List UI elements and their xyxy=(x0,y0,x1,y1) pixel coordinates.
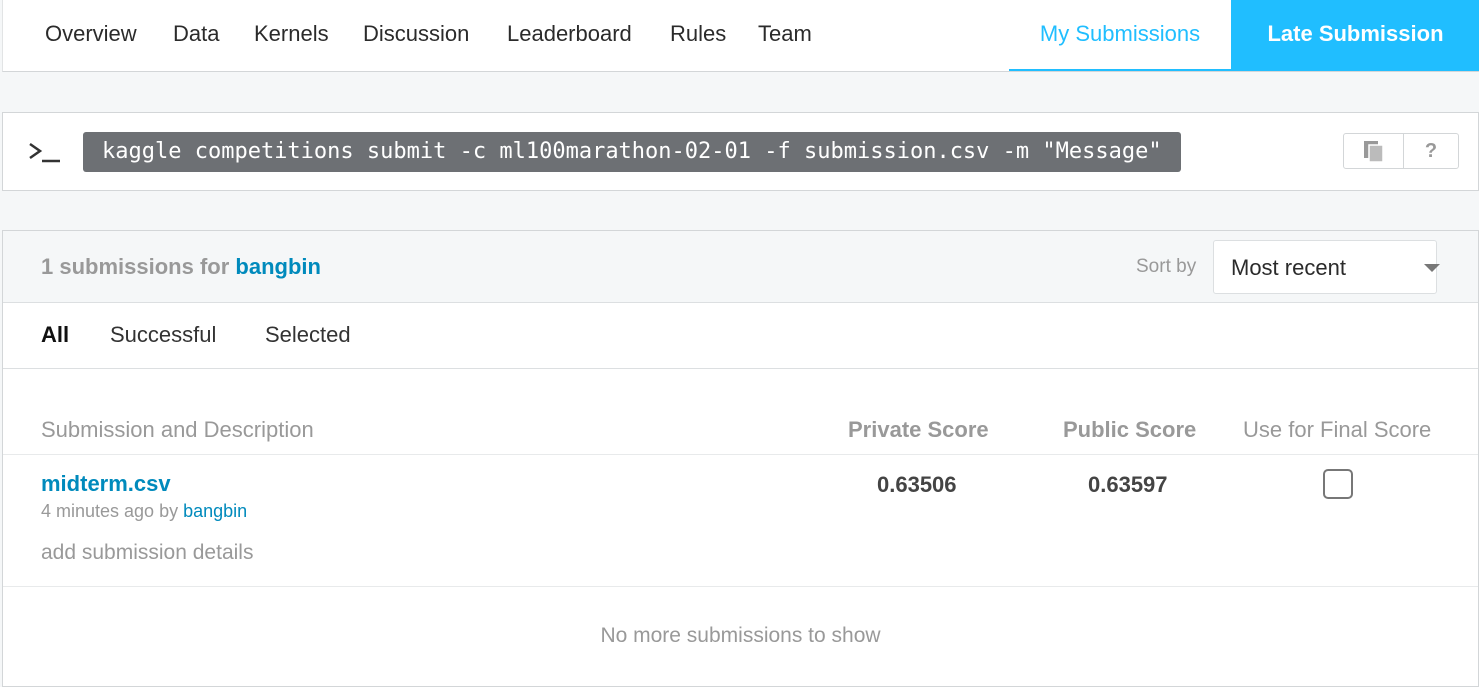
filter-selected[interactable]: Selected xyxy=(265,322,351,348)
tab-leaderboard[interactable]: Leaderboard xyxy=(507,21,632,47)
submission-file-link[interactable]: midterm.csv xyxy=(41,471,171,497)
copy-icon xyxy=(1364,141,1384,163)
submission-count-text: 1 submissions for xyxy=(41,254,230,279)
filter-successful[interactable]: Successful xyxy=(110,322,216,348)
sort-select-value: Most recent xyxy=(1231,255,1346,280)
column-header-description: Submission and Description xyxy=(41,417,314,442)
submissions-panel: 1 submissions for bangbin Sort by Most r… xyxy=(2,230,1479,687)
column-header-private-score: Private Score xyxy=(848,417,989,442)
tab-data[interactable]: Data xyxy=(173,21,219,47)
terminal-icon xyxy=(29,142,60,163)
private-score: 0.63506 xyxy=(877,472,957,497)
submission-meta: 4 minutes ago by bangbin xyxy=(41,501,247,522)
divider xyxy=(3,586,1478,587)
column-header-public-score: Public Score xyxy=(1063,417,1197,442)
use-for-final-score-checkbox[interactable] xyxy=(1323,469,1353,499)
submissions-header: 1 submissions for bangbin Sort by Most r… xyxy=(3,231,1478,303)
filter-tabs: All Successful Selected xyxy=(3,303,1478,369)
tab-my-submissions[interactable]: My Submissions xyxy=(1009,0,1231,71)
top-nav: Overview Data Kernels Discussion Leaderb… xyxy=(2,0,1479,72)
submission-user-link[interactable]: bangbin xyxy=(183,501,247,521)
api-command-text[interactable]: kaggle competitions submit -c ml100marat… xyxy=(83,132,1181,172)
submission-time: 4 minutes ago by xyxy=(41,501,179,521)
chevron-down-icon xyxy=(1424,264,1440,272)
copy-command-button[interactable] xyxy=(1344,134,1404,168)
no-more-submissions-text: No more submissions to show xyxy=(600,624,881,647)
command-button-group: ? xyxy=(1343,133,1459,169)
tab-rules[interactable]: Rules xyxy=(670,21,726,47)
sort-by-label: Sort by xyxy=(1136,256,1197,277)
tab-discussion[interactable]: Discussion xyxy=(363,21,469,47)
tab-team[interactable]: Team xyxy=(758,21,812,47)
column-header-final-score: Use for Final Score xyxy=(1243,417,1432,442)
submission-count: 1 submissions for bangbin xyxy=(41,254,321,280)
sort-select[interactable]: Most recent xyxy=(1213,240,1440,294)
public-score: 0.63597 xyxy=(1088,472,1168,497)
divider xyxy=(3,454,1478,455)
help-button[interactable]: ? xyxy=(1404,134,1458,168)
tab-kernels[interactable]: Kernels xyxy=(254,21,329,47)
add-submission-details-link[interactable]: add submission details xyxy=(41,541,253,565)
user-link[interactable]: bangbin xyxy=(235,254,321,279)
filter-all[interactable]: All xyxy=(41,322,69,348)
tab-overview[interactable]: Overview xyxy=(45,21,137,47)
late-submission-button[interactable]: Late Submission xyxy=(1231,0,1479,71)
api-command-bar: kaggle competitions submit -c ml100marat… xyxy=(2,112,1479,191)
